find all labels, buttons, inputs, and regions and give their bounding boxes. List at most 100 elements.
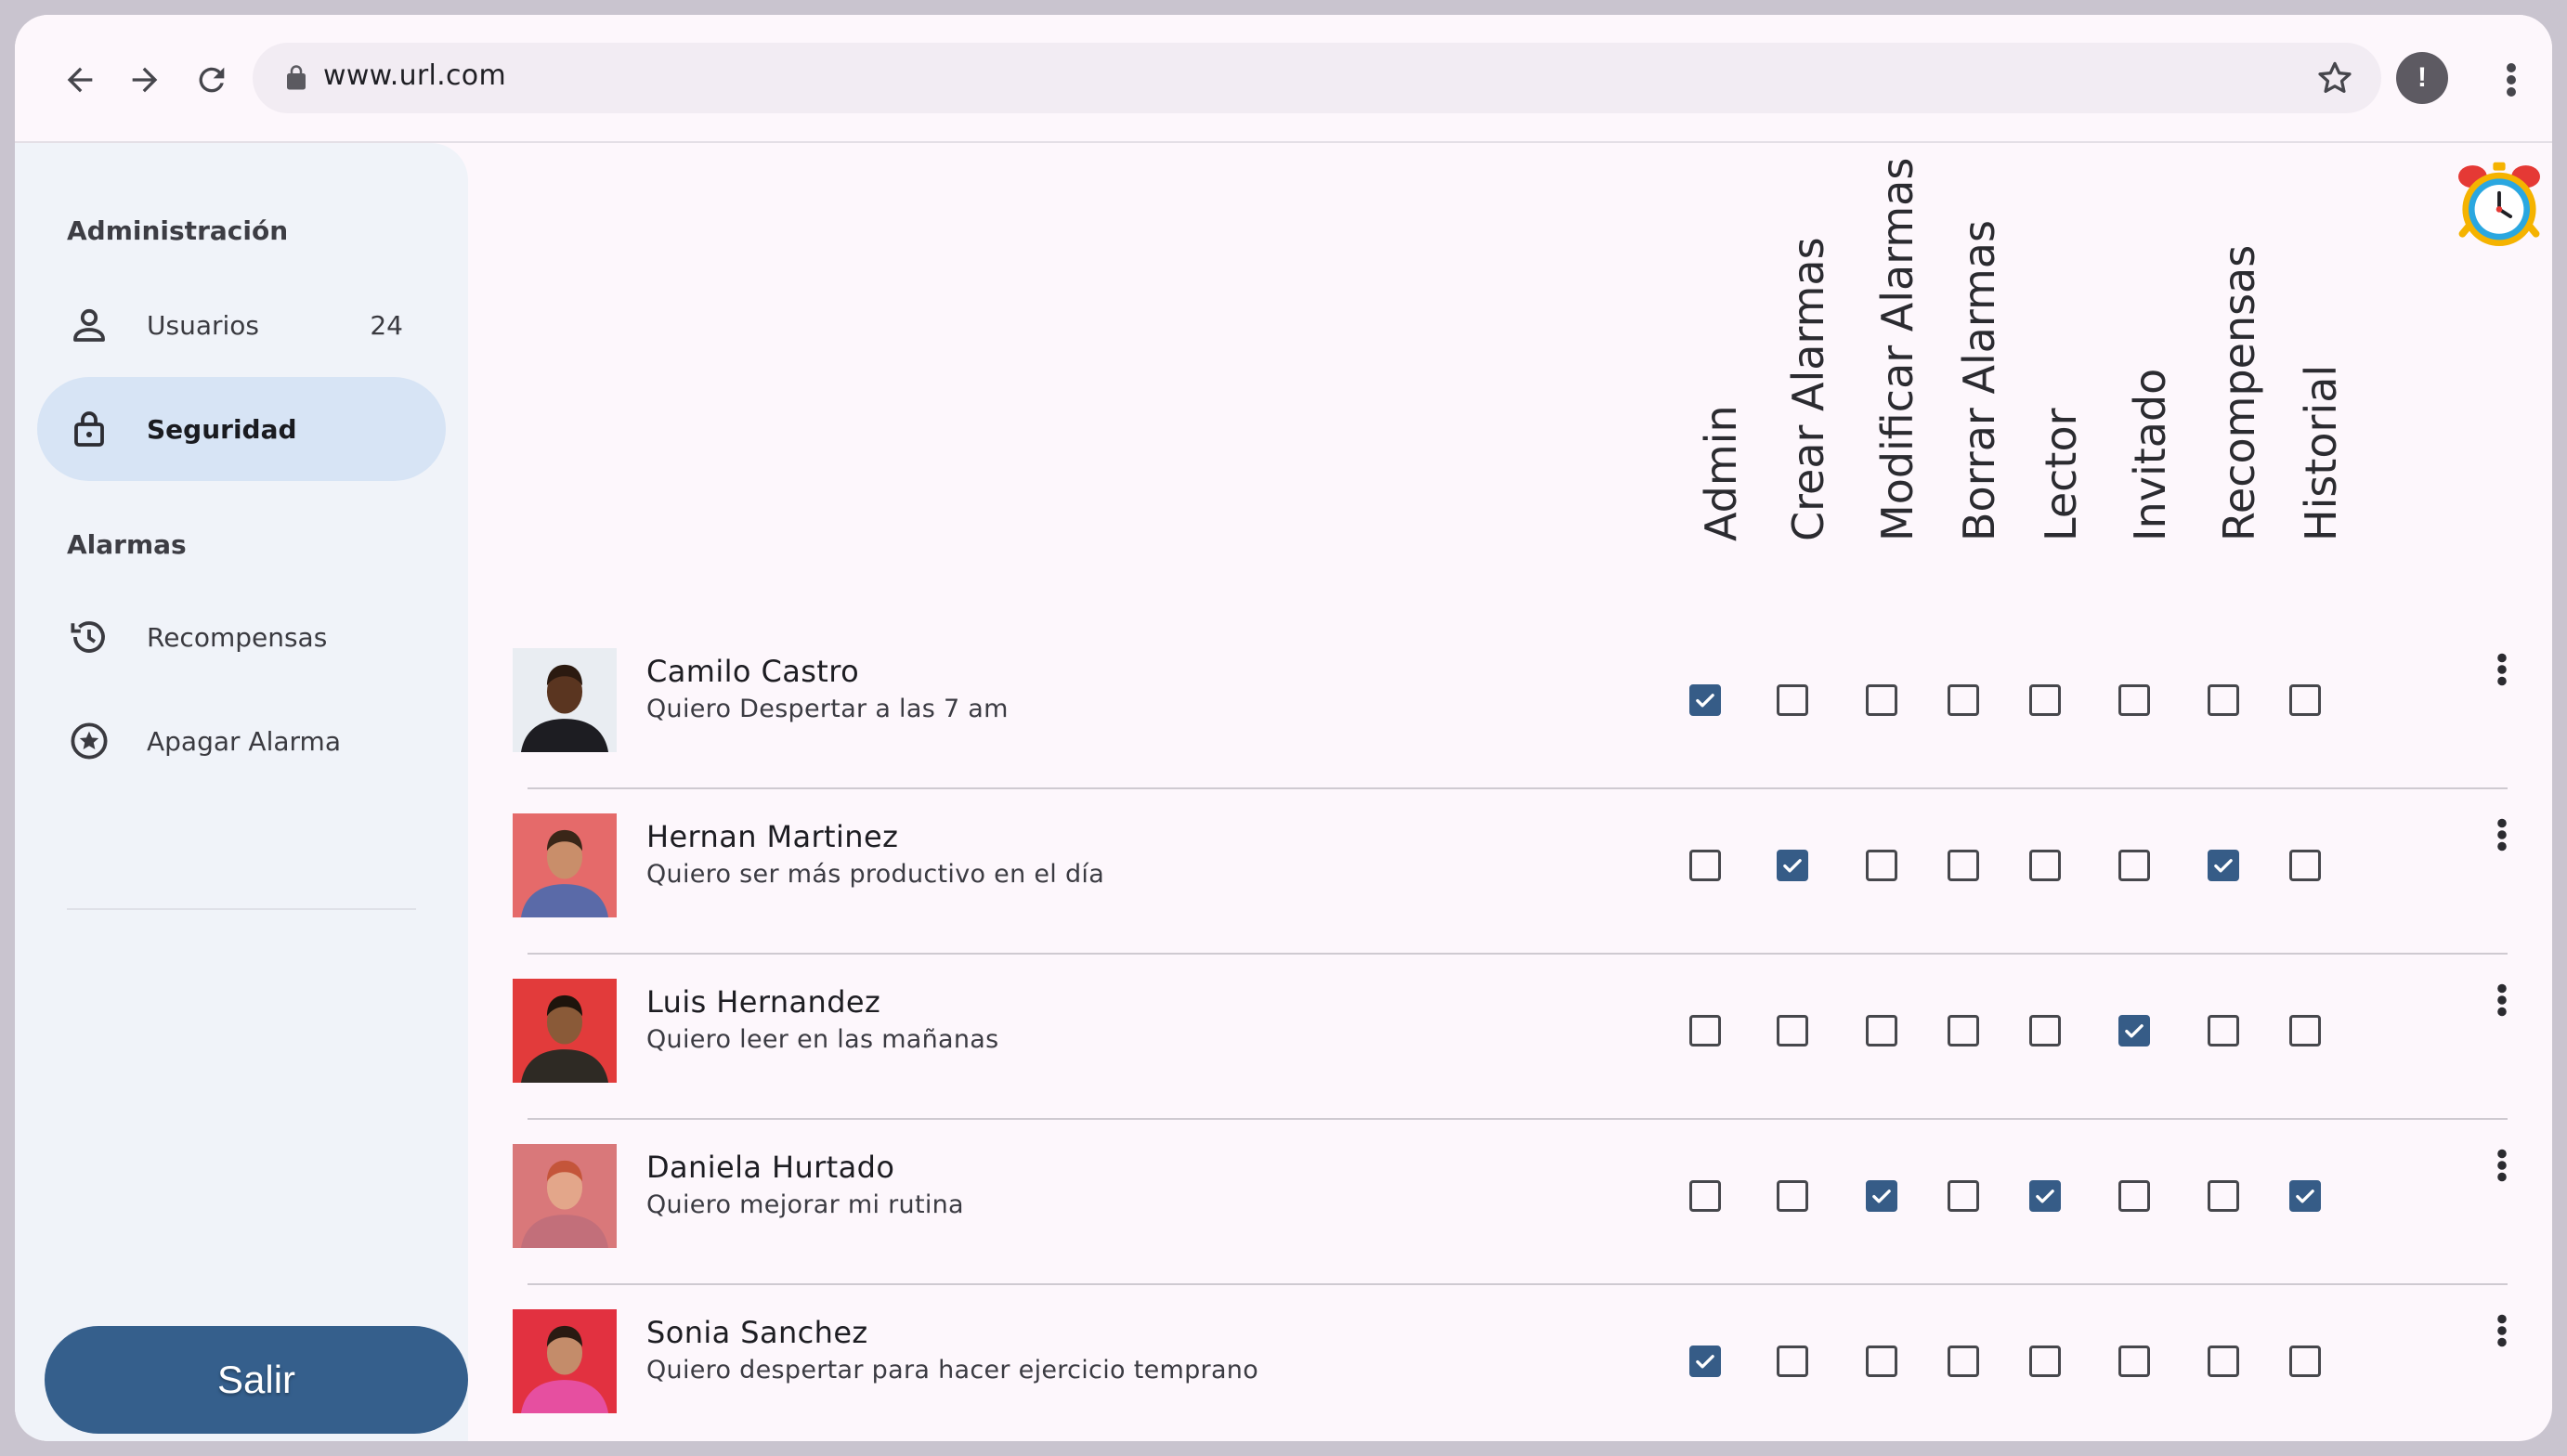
user-row: Luis Hernandez Quiero leer en las mañanas bbox=[15, 951, 2552, 1120]
checkbox-modificar-alarmas[interactable] bbox=[1866, 1346, 1897, 1377]
checkbox-lector[interactable] bbox=[2029, 1015, 2061, 1046]
user-row: Sonia Sanchez Quiero despertar para hacer… bbox=[15, 1281, 2552, 1441]
user-description: Quiero despertar para hacer ejercicio te… bbox=[646, 1356, 1259, 1384]
arrow-right-icon bbox=[132, 67, 158, 93]
user-row: Hernan Martinez Quiero ser más productivo… bbox=[15, 786, 2552, 955]
more-vert-icon bbox=[2497, 818, 2507, 852]
user-name: Hernan Martinez bbox=[646, 819, 899, 854]
alarm-clock-icon bbox=[2458, 162, 2540, 246]
checkbox-historial[interactable] bbox=[2289, 1346, 2321, 1377]
checkbox-admin[interactable] bbox=[1689, 684, 1721, 716]
checkbox-borrar-alarmas[interactable] bbox=[1948, 684, 1979, 716]
section-title-alarms: Alarmas bbox=[67, 529, 187, 560]
checkbox-modificar-alarmas[interactable] bbox=[1866, 1180, 1897, 1212]
users-count-badge: 24 bbox=[370, 309, 403, 341]
column-header-label: Lector bbox=[2036, 408, 2086, 541]
checkbox-invitado[interactable] bbox=[2118, 1015, 2150, 1046]
checkbox-modificar-alarmas[interactable] bbox=[1866, 684, 1897, 716]
sidebar-item-label: Usuarios bbox=[147, 309, 259, 341]
reload-icon bbox=[199, 67, 225, 93]
column-header-label: Admin bbox=[1696, 405, 1746, 541]
checkbox-invitado[interactable] bbox=[2118, 684, 2150, 716]
column-header-lector: Lector bbox=[2033, 202, 2089, 592]
browser-menu-icon[interactable] bbox=[2493, 56, 2530, 104]
check-icon bbox=[1783, 859, 1802, 873]
checkbox-historial[interactable] bbox=[2289, 1015, 2321, 1046]
row-menu-button[interactable] bbox=[2485, 812, 2519, 858]
checkbox-invitado[interactable] bbox=[2118, 850, 2150, 881]
checkbox-admin[interactable] bbox=[1689, 1346, 1721, 1377]
column-header-label: Recompensas bbox=[2214, 244, 2264, 541]
check-icon bbox=[1696, 1355, 1714, 1369]
checkbox-modificar-alarmas[interactable] bbox=[1866, 1015, 1897, 1046]
profile-avatar[interactable]: ! bbox=[2396, 52, 2448, 104]
user-avatar bbox=[513, 1309, 617, 1413]
checkbox-lector[interactable] bbox=[2029, 1180, 2061, 1212]
checkbox-admin[interactable] bbox=[1689, 1015, 1721, 1046]
reload-button[interactable] bbox=[188, 56, 236, 104]
checkbox-crear-alarmas[interactable] bbox=[1777, 850, 1808, 881]
row-menu-button[interactable] bbox=[2485, 1307, 2519, 1354]
person-icon bbox=[73, 308, 105, 342]
url-text[interactable]: www.url.com bbox=[323, 59, 506, 92]
lock-icon bbox=[287, 65, 306, 90]
checkbox-recompensas[interactable] bbox=[2208, 684, 2239, 716]
checkbox-recompensas[interactable] bbox=[2208, 850, 2239, 881]
checkbox-borrar-alarmas[interactable] bbox=[1948, 1015, 1979, 1046]
checkbox-lector[interactable] bbox=[2029, 1346, 2061, 1377]
checkbox-admin[interactable] bbox=[1689, 1180, 1721, 1212]
checkbox-invitado[interactable] bbox=[2118, 1346, 2150, 1377]
checkbox-borrar-alarmas[interactable] bbox=[1948, 850, 1979, 881]
more-vert-icon bbox=[2497, 653, 2507, 686]
check-icon bbox=[1872, 1190, 1891, 1203]
checkbox-borrar-alarmas[interactable] bbox=[1948, 1180, 1979, 1212]
checkbox-recompensas[interactable] bbox=[2208, 1015, 2239, 1046]
checkbox-lector[interactable] bbox=[2029, 850, 2061, 881]
user-avatar bbox=[513, 648, 617, 752]
column-header-crear-alarmas: Crear Alarmas bbox=[1780, 202, 1836, 592]
column-header-borrar-alarmas: Borrar Alarmas bbox=[1951, 202, 2007, 592]
back-button[interactable] bbox=[56, 56, 104, 104]
sidebar-item-seguridad[interactable]: Seguridad bbox=[37, 377, 446, 481]
checkbox-crear-alarmas[interactable] bbox=[1777, 1015, 1808, 1046]
arrow-left-icon bbox=[67, 67, 93, 93]
user-name: Daniela Hurtado bbox=[646, 1150, 895, 1185]
check-icon bbox=[2296, 1190, 2314, 1203]
row-menu-button[interactable] bbox=[2485, 1142, 2519, 1189]
checkbox-crear-alarmas[interactable] bbox=[1777, 1180, 1808, 1212]
user-description: Quiero ser más productivo en el día bbox=[646, 860, 1105, 889]
user-avatar bbox=[513, 813, 617, 917]
row-menu-button[interactable] bbox=[2485, 977, 2519, 1023]
column-header-admin: Admin bbox=[1693, 202, 1749, 592]
user-name: Luis Hernandez bbox=[646, 984, 881, 1020]
checkbox-invitado[interactable] bbox=[2118, 1180, 2150, 1212]
checkbox-admin[interactable] bbox=[1689, 850, 1721, 881]
checkbox-crear-alarmas[interactable] bbox=[1777, 684, 1808, 716]
checkbox-recompensas[interactable] bbox=[2208, 1346, 2239, 1377]
user-avatar bbox=[513, 979, 617, 1083]
row-menu-button[interactable] bbox=[2485, 646, 2519, 693]
more-vert-icon bbox=[2497, 983, 2507, 1017]
address-bar[interactable]: www.url.com bbox=[253, 43, 2381, 113]
user-name: Sonia Sanchez bbox=[646, 1315, 868, 1350]
more-vert-icon bbox=[2497, 1149, 2507, 1182]
checkbox-borrar-alarmas[interactable] bbox=[1948, 1346, 1979, 1377]
section-title-admin: Administración bbox=[67, 215, 289, 246]
bookmark-star-icon[interactable] bbox=[2314, 58, 2355, 98]
checkbox-historial[interactable] bbox=[2289, 850, 2321, 881]
checkbox-modificar-alarmas[interactable] bbox=[1866, 850, 1897, 881]
sidebar-item-usuarios[interactable]: Usuarios 24 bbox=[37, 273, 446, 377]
user-row: Daniela Hurtado Quiero mejorar mi rutina bbox=[15, 1116, 2552, 1285]
checkbox-crear-alarmas[interactable] bbox=[1777, 1346, 1808, 1377]
user-description: Quiero mejorar mi rutina bbox=[646, 1190, 964, 1219]
column-header-modificar-alarmas: Modificar Alarmas bbox=[1870, 158, 1925, 592]
checkbox-historial[interactable] bbox=[2289, 1180, 2321, 1212]
check-icon bbox=[1696, 694, 1714, 708]
checkbox-historial[interactable] bbox=[2289, 684, 2321, 716]
checkbox-recompensas[interactable] bbox=[2208, 1180, 2239, 1212]
user-avatar bbox=[513, 1144, 617, 1248]
checkbox-lector[interactable] bbox=[2029, 684, 2061, 716]
user-description: Quiero leer en las mañanas bbox=[646, 1025, 999, 1054]
check-icon bbox=[2036, 1190, 2054, 1203]
forward-button[interactable] bbox=[121, 56, 169, 104]
